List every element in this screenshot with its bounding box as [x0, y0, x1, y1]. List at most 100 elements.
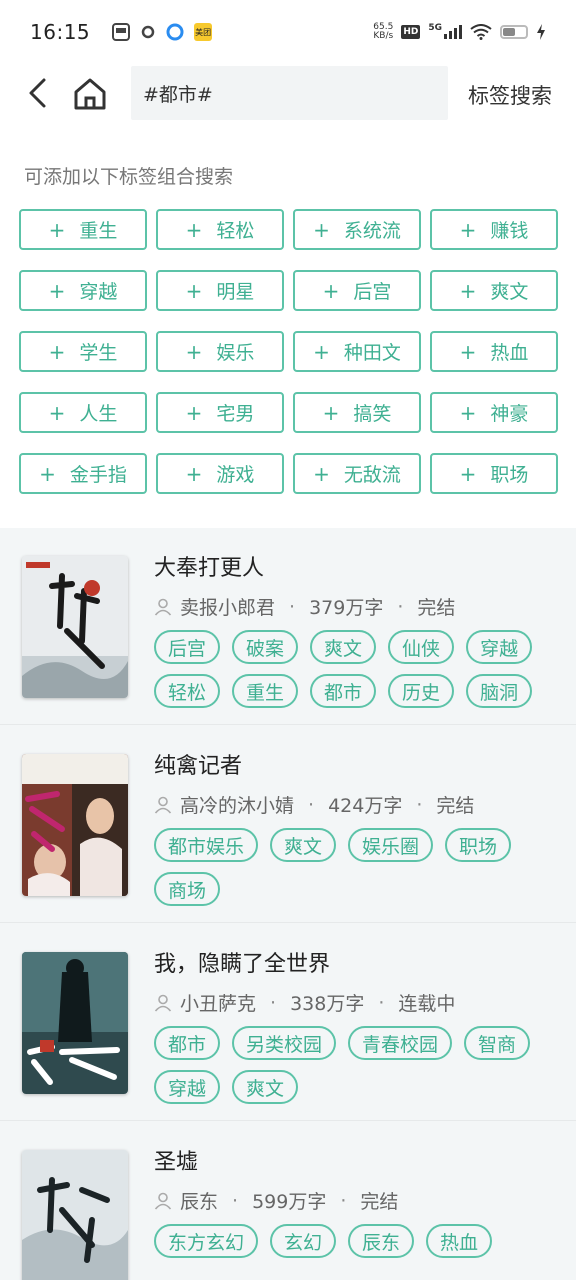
book-item[interactable]: 大奉打更人 卖报小郎君 · 379万字 · 完结 后宫 破案 爽文 仙侠 穿越 … — [0, 528, 576, 725]
book-tag[interactable]: 爽文 — [270, 828, 337, 862]
author-icon — [154, 598, 172, 616]
book-tag[interactable]: 青春校园 — [348, 1026, 453, 1060]
tag-label: 系统流 — [343, 220, 401, 242]
battery-icon — [500, 25, 528, 39]
book-tag[interactable]: 玄幻 — [270, 1224, 337, 1258]
book-tag[interactable]: 重生 — [232, 674, 299, 708]
plus-icon: + — [185, 278, 203, 303]
book-title[interactable]: 大奉打更人 — [154, 550, 264, 582]
home-icon[interactable] — [72, 76, 108, 112]
tag-chip[interactable]: + 轻松 — [156, 209, 284, 250]
tag-chip[interactable]: + 穿越 — [19, 270, 147, 311]
tag-chip[interactable]: + 人生 — [19, 392, 147, 433]
book-tag[interactable]: 脑洞 — [466, 674, 533, 708]
tag-chip[interactable]: + 宅男 — [156, 392, 284, 433]
plus-icon: + — [185, 217, 203, 242]
book-tags: 都市娱乐 爽文 娱乐圈 职场 商场 — [154, 828, 564, 906]
book-tag[interactable]: 都市 — [154, 1026, 221, 1060]
tag-chip[interactable]: + 重生 — [19, 209, 147, 250]
tag-label: 明星 — [216, 281, 255, 303]
notification-icons: 美团 — [112, 23, 213, 41]
book-status: 完结 — [417, 597, 456, 619]
status-bar: 16:15 美团 65.5 KB/s HD 5G — [0, 0, 576, 64]
tag-label: 神豪 — [490, 403, 529, 425]
tag-chip[interactable]: + 金手指 — [19, 453, 147, 494]
tag-chip[interactable]: + 后宫 — [293, 270, 421, 311]
book-tag[interactable]: 娱乐圈 — [348, 828, 434, 862]
tag-chip[interactable]: + 学生 — [19, 331, 147, 372]
book-tag[interactable]: 辰东 — [348, 1224, 415, 1258]
book-tag[interactable]: 另类校园 — [232, 1026, 337, 1060]
book-cover[interactable] — [22, 556, 128, 698]
book-tag[interactable]: 穿越 — [466, 630, 533, 664]
tag-chip[interactable]: + 娱乐 — [156, 331, 284, 372]
tag-chip[interactable]: + 系统流 — [293, 209, 421, 250]
meta-separator: · — [270, 991, 277, 1014]
book-tag[interactable]: 爽文 — [310, 630, 377, 664]
plus-icon: + — [313, 217, 330, 242]
book-tag[interactable]: 东方玄幻 — [154, 1224, 259, 1258]
meta-separator: · — [289, 595, 296, 618]
book-author: 高冷的沐小婧 — [180, 795, 295, 817]
book-tag[interactable]: 历史 — [388, 674, 455, 708]
plus-icon: + — [39, 461, 56, 486]
book-list: 大奉打更人 卖报小郎君 · 379万字 · 完结 后宫 破案 爽文 仙侠 穿越 … — [0, 528, 576, 1280]
book-author: 辰东 — [180, 1191, 219, 1213]
back-icon[interactable] — [22, 76, 56, 110]
book-tag[interactable]: 智商 — [464, 1026, 531, 1060]
book-tag[interactable]: 轻松 — [154, 674, 221, 708]
tag-hint-text: 可添加以下标签组合搜索 — [24, 166, 234, 188]
search-input[interactable]: #都市# — [131, 66, 448, 120]
book-item[interactable]: 圣墟 辰东 · 599万字 · 完结 东方玄幻 玄幻 辰东 热血 — [0, 1122, 576, 1280]
book-words: 424万字 — [328, 795, 403, 817]
tag-chip[interactable]: + 种田文 — [293, 331, 421, 372]
book-cover[interactable] — [22, 1150, 128, 1280]
book-tag[interactable]: 都市娱乐 — [154, 828, 259, 862]
tag-label: 热血 — [490, 342, 529, 364]
tag-grid: + 重生 + 轻松 + 系统流 + 赚钱 + 穿越 + 明星 + 后宫 + 爽文 + 学生 + 娱乐… — [19, 209, 558, 494]
cell-signal-icon: 5G — [428, 23, 462, 39]
tag-label: 宅男 — [216, 403, 255, 425]
tag-chip[interactable]: + 职场 — [430, 453, 558, 494]
meta-separator: · — [416, 793, 423, 816]
book-tag[interactable]: 商场 — [154, 872, 221, 906]
book-item[interactable]: 我，隐瞒了全世界 小丑萨克 · 338万字 · 连载中 都市 另类校园 青春校园… — [0, 924, 576, 1121]
book-tag[interactable]: 仙侠 — [388, 630, 455, 664]
plus-icon: + — [48, 278, 66, 303]
status-time: 16:15 — [30, 20, 91, 44]
tag-chip[interactable]: + 赚钱 — [430, 209, 558, 250]
book-title[interactable]: 纯禽记者 — [154, 748, 242, 780]
tag-chip[interactable]: + 爽文 — [430, 270, 558, 311]
tag-chip[interactable]: + 无敌流 — [293, 453, 421, 494]
book-tag[interactable]: 都市 — [310, 674, 377, 708]
book-cover[interactable] — [22, 754, 128, 896]
book-tag[interactable]: 职场 — [445, 828, 512, 862]
book-tag[interactable]: 热血 — [426, 1224, 493, 1258]
tag-label: 金手指 — [69, 464, 127, 486]
tag-search-button[interactable]: 标签搜索 — [468, 80, 552, 110]
tag-label: 种田文 — [343, 342, 401, 364]
signal-label: 5G — [428, 23, 442, 33]
book-words: 599万字 — [252, 1191, 327, 1213]
tag-label: 重生 — [79, 220, 118, 242]
tag-chip[interactable]: + 热血 — [430, 331, 558, 372]
browser-icon — [166, 23, 184, 41]
author-icon — [154, 1192, 172, 1210]
tag-chip[interactable]: + 搞笑 — [293, 392, 421, 433]
sync-icon — [141, 25, 155, 39]
tag-label: 轻松 — [216, 220, 255, 242]
book-title[interactable]: 圣墟 — [154, 1144, 198, 1176]
tag-chip[interactable]: + 明星 — [156, 270, 284, 311]
meta-separator: · — [378, 991, 385, 1014]
book-tag[interactable]: 穿越 — [154, 1070, 221, 1104]
book-item[interactable]: 纯禽记者 高冷的沐小婧 · 424万字 · 完结 都市娱乐 爽文 娱乐圈 职场 … — [0, 726, 576, 923]
book-title[interactable]: 我，隐瞒了全世界 — [154, 946, 330, 978]
tag-chip[interactable]: + 神豪 — [430, 392, 558, 433]
book-tag[interactable]: 后宫 — [154, 630, 221, 664]
book-cover[interactable] — [22, 952, 128, 1094]
book-status: 完结 — [360, 1191, 399, 1213]
book-tag[interactable]: 破案 — [232, 630, 299, 664]
tag-chip[interactable]: + 游戏 — [156, 453, 284, 494]
author-icon — [154, 796, 172, 814]
book-tag[interactable]: 爽文 — [232, 1070, 299, 1104]
